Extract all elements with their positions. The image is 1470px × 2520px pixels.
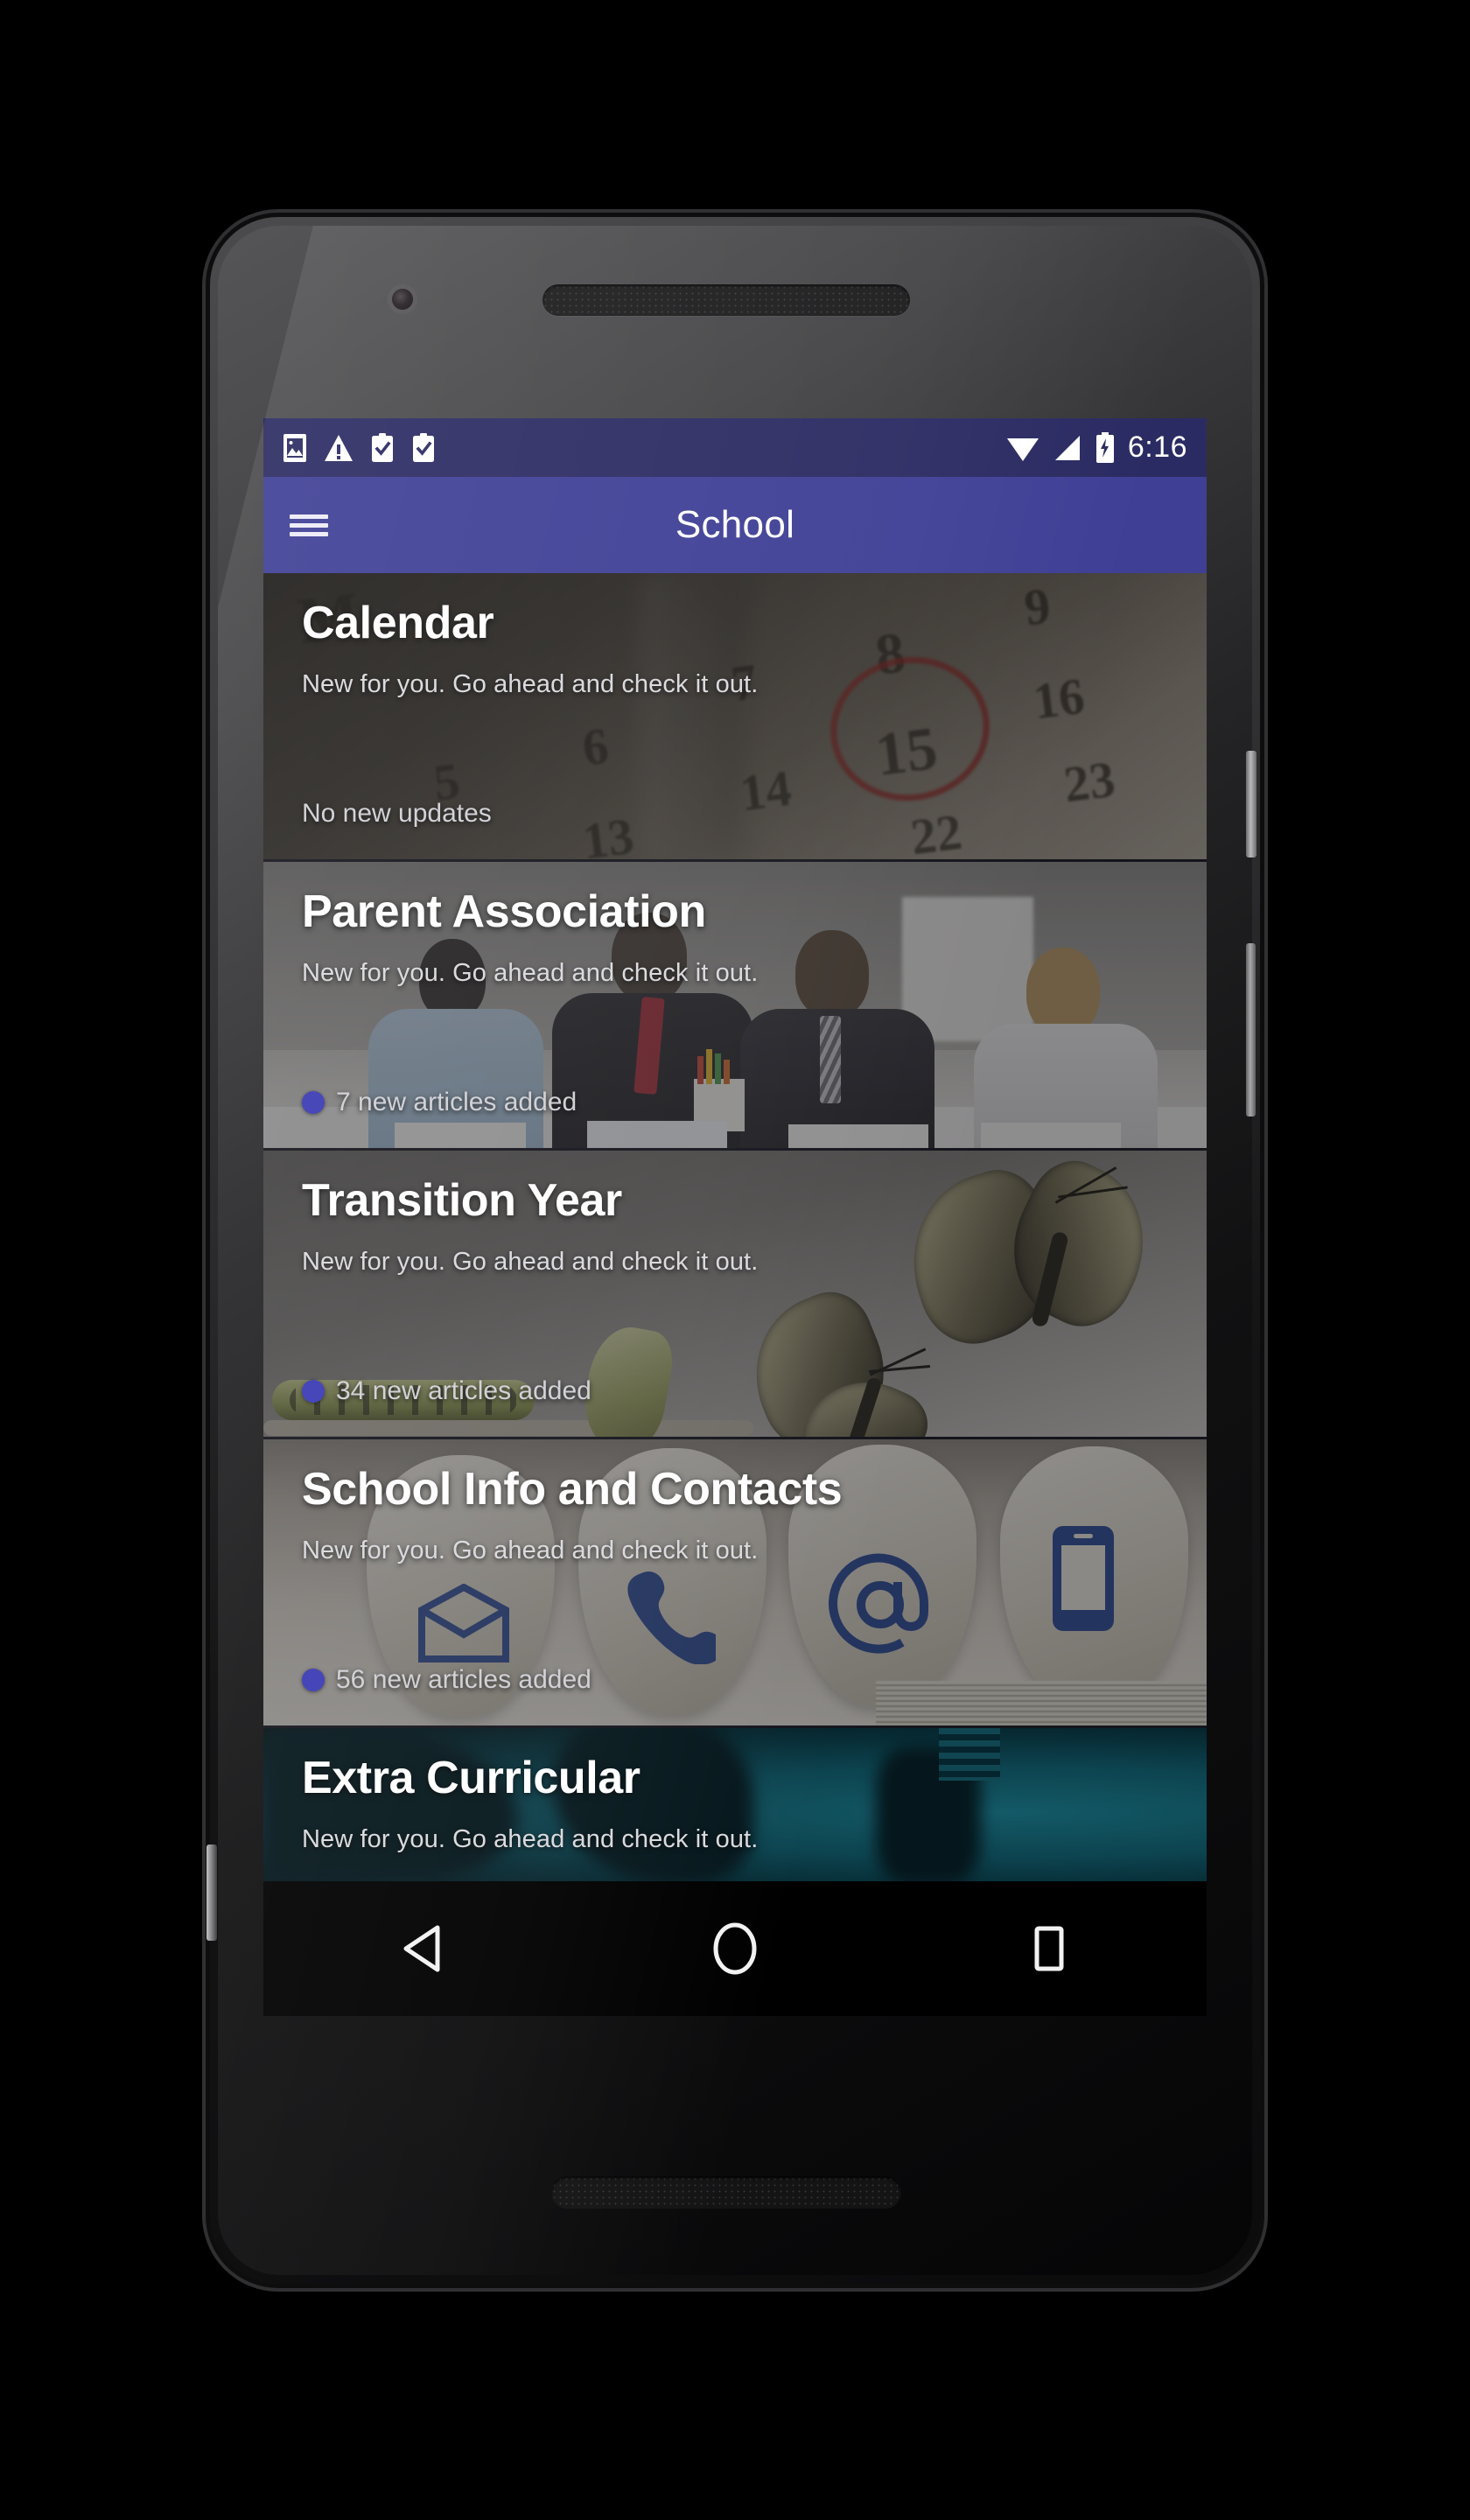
volume-rocker-button[interactable] [1246, 943, 1256, 1116]
card-subtitle: New for you. Go ahead and check it out. [302, 1247, 759, 1276]
card-subtitle: New for you. Go ahead and check it out. [302, 958, 759, 987]
card-status-text: No new updates [302, 799, 492, 828]
power-button[interactable] [1246, 751, 1256, 858]
card-status-text: 7 new articles added [336, 1088, 578, 1116]
card-content: Extra Curricular New for you. Go ahead a… [263, 1728, 1207, 1881]
card-school-info-and-contacts[interactable]: School Info and Contacts New for you. Go… [263, 1439, 1207, 1728]
status-bar-left-icons [283, 432, 436, 463]
card-status: No new updates [302, 799, 492, 829]
card-status: 7 new articles added [302, 1088, 577, 1117]
card-title: Parent Association [302, 886, 706, 937]
card-subtitle: New for you. Go ahead and check it out. [302, 1536, 759, 1564]
card-calendar[interactable]: M 9 7 8 16 6 15 23 5 14 22 13 [263, 573, 1207, 862]
image-icon [283, 433, 307, 463]
clipboard-check-icon [411, 432, 436, 463]
status-bar-right-icons: 6:16 [1005, 430, 1187, 465]
card-transition-year[interactable]: Transition Year New for you. Go ahead an… [263, 1151, 1207, 1439]
card-subtitle: New for you. Go ahead and check it out. [302, 1824, 759, 1853]
cellular-signal-icon [1053, 433, 1082, 463]
menu-bar [290, 514, 328, 519]
hamburger-menu-icon[interactable] [263, 477, 354, 573]
card-status-text: 34 new articles added [336, 1376, 592, 1405]
clipboard-check-icon [370, 432, 395, 463]
status-bar: 6:16 [263, 418, 1207, 477]
android-navigation-bar [263, 1881, 1207, 2016]
card-extra-curricular[interactable]: Extra Curricular New for you. Go ahead a… [263, 1728, 1207, 1881]
edge-reflection [206, 1844, 217, 1941]
card-title: School Info and Contacts [302, 1464, 843, 1515]
card-parent-association[interactable]: Parent Association New for you. Go ahead… [263, 862, 1207, 1151]
warning-icon [324, 434, 354, 462]
front-camera-icon [392, 289, 413, 310]
home-circle-icon[interactable] [669, 1881, 801, 2016]
phone-screen: 6:16 School M 9 7 8 16 6 [263, 418, 1207, 2016]
recents-square-icon[interactable] [984, 1881, 1115, 2016]
new-items-badge-dot [302, 1380, 325, 1403]
earpiece-speaker-grille [542, 284, 910, 316]
menu-bar [290, 531, 328, 536]
card-subtitle: New for you. Go ahead and check it out. [302, 669, 759, 698]
category-card-list[interactable]: M 9 7 8 16 6 15 23 5 14 22 13 [263, 573, 1207, 1881]
card-status: 56 new articles added [302, 1665, 592, 1695]
bottom-speaker-grille [551, 2176, 901, 2208]
status-bar-clock: 6:16 [1127, 430, 1187, 464]
new-items-badge-dot [302, 1091, 325, 1114]
card-status-text: 56 new articles added [336, 1665, 592, 1694]
card-title: Calendar [302, 598, 494, 648]
app-bar: School [263, 477, 1207, 573]
battery-charging-icon [1095, 431, 1116, 464]
card-status: 34 new articles added [302, 1376, 592, 1406]
menu-bar [290, 522, 328, 528]
new-items-badge-dot [302, 1669, 325, 1691]
card-title: Extra Curricular [302, 1753, 640, 1803]
page-title: School [675, 503, 795, 546]
card-title: Transition Year [302, 1175, 622, 1226]
back-triangle-icon[interactable] [355, 1881, 486, 2016]
wifi-icon [1005, 433, 1040, 463]
